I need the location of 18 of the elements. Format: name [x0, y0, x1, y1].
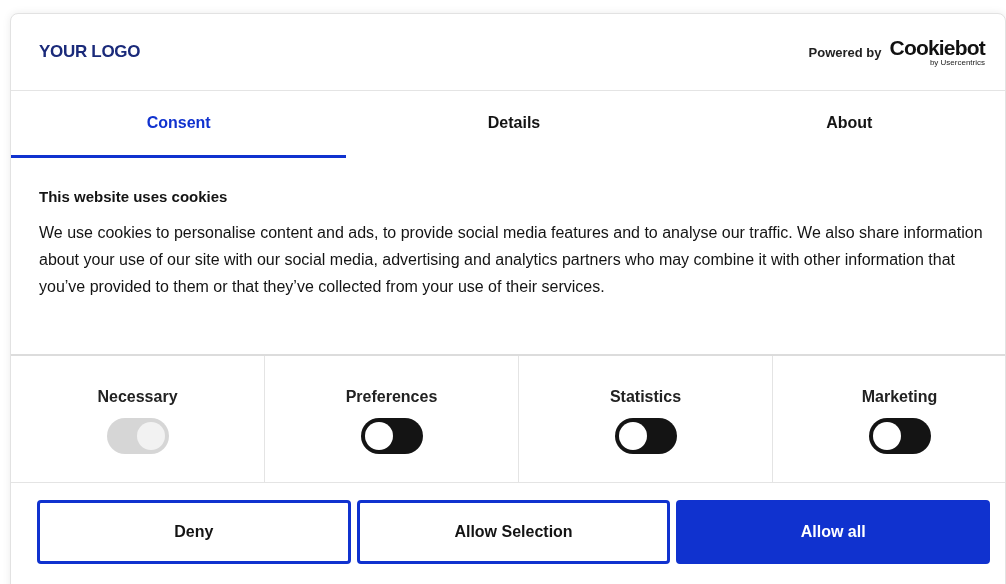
category-label: Preferences	[345, 388, 438, 406]
brand-logo: Cookiebot	[889, 37, 985, 58]
powered-by-label: Powered by	[808, 44, 882, 60]
toggle-switch[interactable]	[614, 418, 677, 454]
category-label: Necessary	[97, 388, 178, 406]
outline-button[interactable]: Deny	[37, 500, 351, 564]
tab[interactable]: Consent	[11, 91, 347, 158]
category-label: Statistics	[609, 388, 682, 406]
description-text: We use cookies to personalise content and ads, to provide social media features and to analyse our traffic. We also share information about your use of our site with our social media, advertising and analytics partners who may combine it with other information that you’ve provided to them or that they’ve collected from your use of their services.	[39, 223, 984, 297]
category-label: Marketing	[861, 388, 938, 406]
toggle-switch[interactable]	[360, 418, 423, 454]
tab[interactable]: About	[681, 91, 1005, 158]
toggle-switch[interactable]	[868, 418, 931, 454]
outline-button[interactable]: Allow Selection	[356, 500, 671, 564]
brand-tagline: by Usercentrics	[929, 59, 985, 67]
logo: YOUR LOGO	[39, 42, 141, 62]
section-title: This website uses cookies	[39, 188, 229, 205]
allow-all-button[interactable]: Allow all	[676, 500, 990, 564]
